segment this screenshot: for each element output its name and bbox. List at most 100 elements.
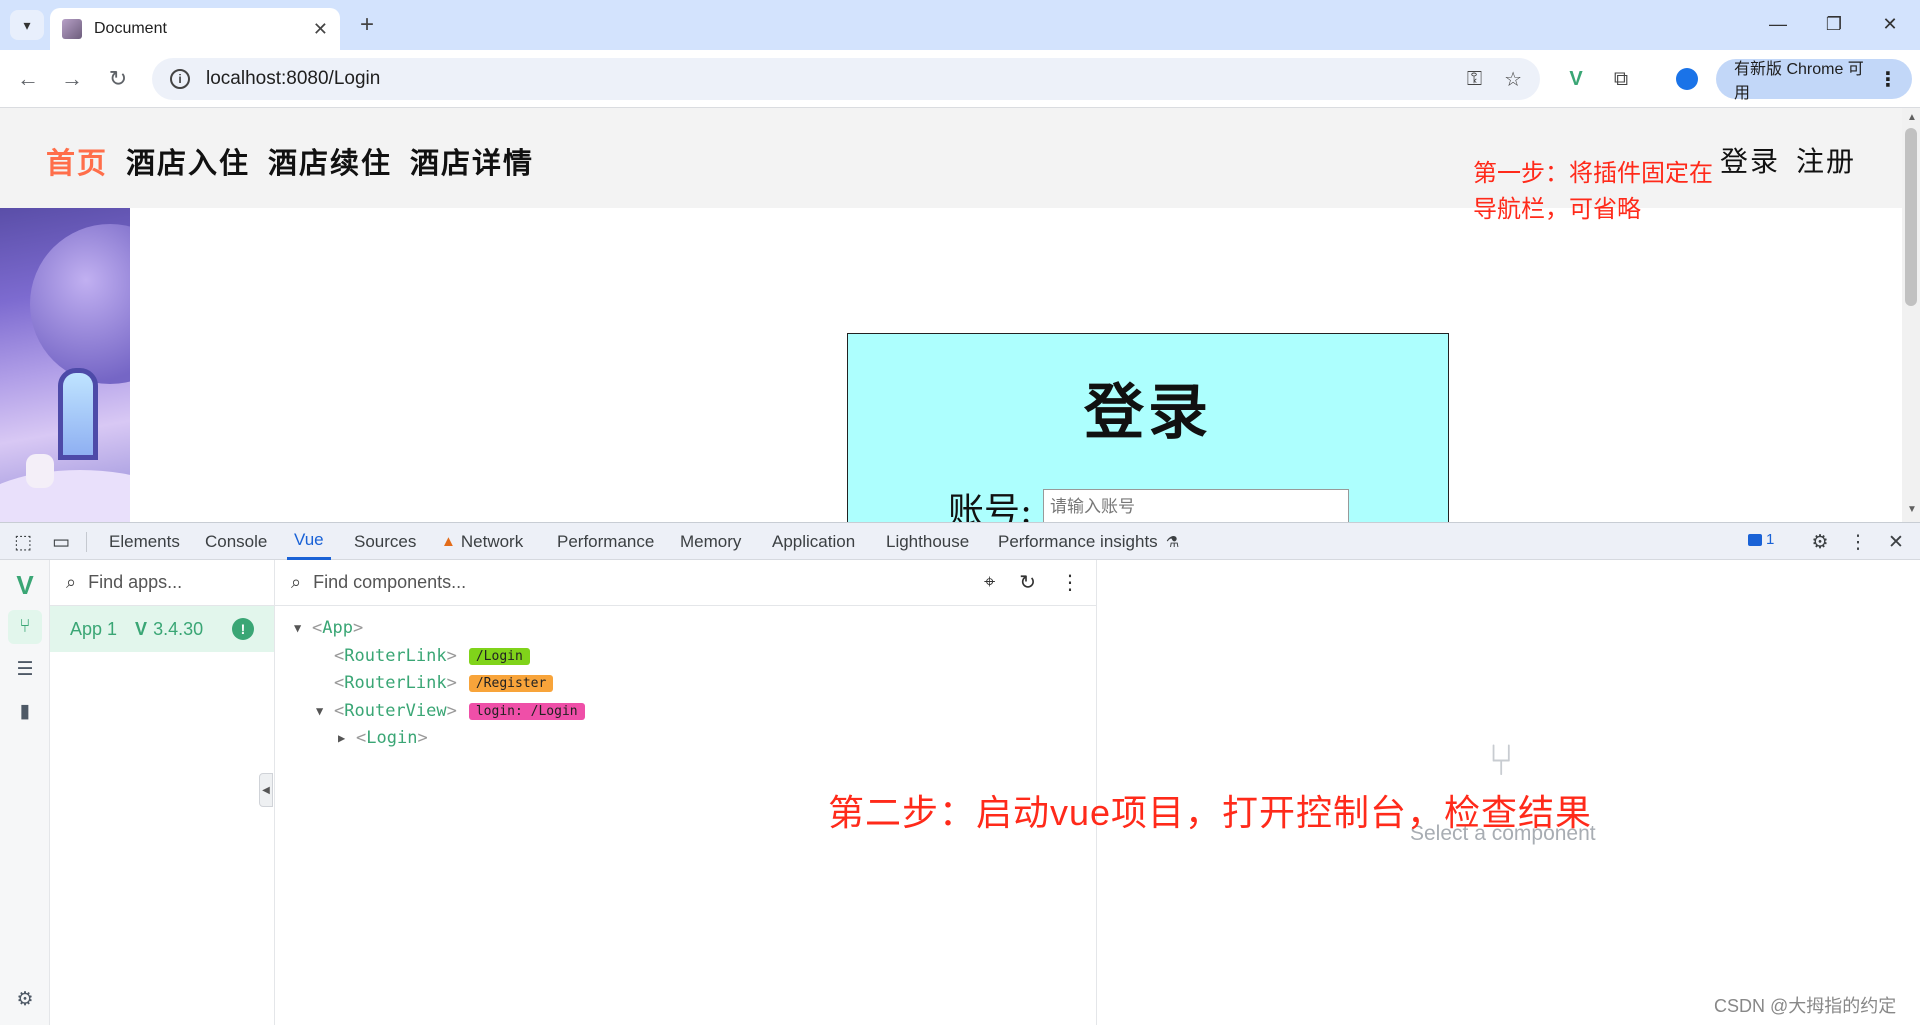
tab-sources[interactable]: Sources bbox=[354, 523, 416, 560]
apps-pane: ⌕ Find apps... App 1 V 3.4.30 ! bbox=[50, 560, 275, 1025]
select-component-target-icon[interactable]: ⌖ bbox=[984, 571, 995, 594]
settings-gear-icon[interactable]: ⚙ bbox=[1807, 529, 1833, 555]
tree-node-routerlink-register[interactable]: < RouterLink > /Register bbox=[334, 673, 554, 693]
astronaut-illustration bbox=[26, 454, 54, 488]
chrome-update-button[interactable]: 有新版 Chrome 可用 ⋮ bbox=[1716, 59, 1912, 102]
tab-strip: ▾ Document ✕ + — ❐ ✕ bbox=[0, 0, 1920, 50]
vue-logo-icon: V bbox=[16, 569, 34, 600]
csdn-watermark: CSDN @大拇指的约定 bbox=[1714, 996, 1897, 1016]
tab-performance-insights[interactable]: Performance insights ⚗ bbox=[998, 523, 1179, 560]
pane-collapse-handle[interactable]: ◀ bbox=[259, 773, 273, 807]
flask-icon: ⚗ bbox=[1165, 533, 1180, 551]
components-search[interactable]: ⌕ Find components... ⌖ ↻ ⋮ bbox=[275, 560, 1096, 606]
devtools-panel: ⬚ ▭ Elements Console Vue Sources ▲ Netwo… bbox=[0, 522, 1920, 1025]
more-menu-icon[interactable]: ⋮ bbox=[1878, 67, 1898, 92]
page-scrollbar[interactable]: ▲ ▼ bbox=[1902, 108, 1920, 522]
bookmark-star-icon[interactable]: ☆ bbox=[1504, 67, 1522, 92]
tab-elements[interactable]: Elements bbox=[109, 523, 180, 560]
app-name: App 1 bbox=[70, 618, 118, 639]
update-chip-label: 有新版 Chrome 可用 bbox=[1734, 61, 1864, 102]
docs-book-icon[interactable]: ▮ bbox=[8, 694, 42, 728]
restore-button[interactable]: ❐ bbox=[1812, 8, 1856, 40]
banner-image bbox=[0, 208, 130, 522]
route-chip: /Login bbox=[468, 647, 530, 665]
tab-lighthouse[interactable]: Lighthouse bbox=[886, 523, 969, 560]
minimize-button[interactable]: — bbox=[1756, 8, 1800, 40]
password-key-icon[interactable]: ⚿ bbox=[1467, 68, 1482, 91]
vue-settings-gear-icon[interactable]: ⚙ bbox=[8, 982, 42, 1016]
vue-devtools-extension-icon[interactable]: V bbox=[1561, 64, 1591, 94]
annotation-step-one: 第一步：将插件固定在导航栏，可省略 bbox=[1473, 160, 1713, 223]
app-list-item[interactable]: App 1 V 3.4.30 ! bbox=[50, 606, 274, 652]
scrollbar-thumb[interactable] bbox=[1905, 128, 1917, 306]
tab-network[interactable]: ▲ Network bbox=[441, 523, 523, 560]
tab-application[interactable]: Application bbox=[772, 523, 855, 560]
login-form: 登录 账号: bbox=[847, 333, 1449, 522]
login-title: 登录 bbox=[1084, 378, 1212, 448]
nav-details-link[interactable]: 酒店详情 bbox=[410, 140, 534, 182]
forward-icon[interactable]: → bbox=[54, 61, 90, 97]
timeline-icon[interactable]: ☰ bbox=[8, 652, 42, 686]
components-search-placeholder[interactable]: Find components... bbox=[313, 572, 960, 593]
expand-arrow-icon[interactable]: ▼ bbox=[316, 704, 334, 718]
tab-network-label: Network bbox=[460, 531, 524, 551]
warning-icon: ▲ bbox=[441, 533, 456, 550]
reload-icon[interactable]: ↻ bbox=[100, 61, 136, 97]
issues-badge[interactable]: 1 bbox=[1748, 531, 1774, 548]
profile-avatar-icon[interactable] bbox=[1672, 64, 1702, 94]
nav-home-link[interactable]: 首页 bbox=[46, 140, 108, 182]
tab-favicon-icon bbox=[62, 19, 82, 39]
address-bar[interactable]: i localhost:8080/Login ⚿ ☆ bbox=[152, 58, 1540, 100]
close-devtools-icon[interactable]: ✕ bbox=[1883, 529, 1909, 555]
route-chip: /Register bbox=[468, 674, 554, 692]
collapse-arrow-icon[interactable]: ▶ bbox=[338, 731, 356, 745]
apps-search-placeholder[interactable]: Find apps... bbox=[88, 572, 182, 593]
nav-checkin-link[interactable]: 酒店入住 bbox=[126, 140, 250, 182]
site-info-icon[interactable]: i bbox=[170, 69, 190, 89]
device-toolbar-icon[interactable]: ▭ bbox=[48, 529, 74, 555]
close-window-button[interactable]: ✕ bbox=[1868, 8, 1912, 40]
site-navbar: 首页 酒店入住 酒店续住 酒店详情 登录 注册 第一步：将插件固定在导航栏，可省… bbox=[0, 108, 1902, 223]
app-alert-icon[interactable]: ! bbox=[232, 618, 254, 640]
url-text[interactable]: localhost:8080/Login bbox=[206, 68, 1445, 90]
annotation-step-two: 第二步：启动vue项目，打开控制台，检查结果 bbox=[828, 792, 1593, 833]
scroll-down-icon[interactable]: ▼ bbox=[1907, 504, 1917, 515]
register-link[interactable]: 注册 bbox=[1796, 140, 1856, 180]
tab-console[interactable]: Console bbox=[205, 523, 267, 560]
new-tab-button[interactable]: + bbox=[352, 10, 382, 40]
tab-memory[interactable]: Memory bbox=[680, 523, 741, 560]
tab-performance[interactable]: Performance bbox=[557, 523, 654, 560]
tree-node-login[interactable]: ▶ < Login > bbox=[338, 728, 428, 748]
account-input[interactable] bbox=[1043, 489, 1349, 522]
tree-node-routerlink-login[interactable]: < RouterLink > /Login bbox=[334, 646, 530, 666]
components-tree-icon[interactable]: ⑂ bbox=[8, 610, 42, 644]
nav-extend-link[interactable]: 酒店续住 bbox=[268, 140, 392, 182]
scroll-up-icon[interactable]: ▲ bbox=[1907, 112, 1917, 123]
browser-tab-document[interactable]: Document ✕ bbox=[50, 8, 340, 50]
apps-search[interactable]: ⌕ Find apps... bbox=[50, 560, 274, 606]
vue-devtools-sidebar: V ⑂ ☰ ▮ ⚙ bbox=[0, 560, 50, 1025]
refresh-icon[interactable]: ↻ bbox=[1019, 570, 1036, 595]
vue-version: 3.4.30 bbox=[153, 618, 204, 639]
back-icon[interactable]: ← bbox=[10, 61, 46, 97]
tree-node-routerview[interactable]: ▼ < RouterView > login: /Login bbox=[316, 701, 585, 721]
tab-close-icon[interactable]: ✕ bbox=[313, 19, 328, 40]
page-viewport: 首页 酒店入住 酒店续住 酒店详情 登录 注册 第一步：将插件固定在导航栏，可省… bbox=[0, 108, 1920, 522]
search-icon: ⌕ bbox=[66, 572, 77, 592]
tree-node-app[interactable]: ▼ < App > bbox=[294, 618, 363, 638]
issues-count: 1 bbox=[1766, 531, 1775, 548]
inspect-element-icon[interactable]: ⬚ bbox=[10, 529, 36, 555]
expand-arrow-icon[interactable]: ▼ bbox=[294, 621, 312, 635]
extensions-puzzle-icon[interactable]: ⧉ bbox=[1606, 64, 1636, 94]
auth-links: 登录 注册 bbox=[1720, 140, 1856, 180]
site-nav-links: 首页 酒店入住 酒店续住 酒店详情 bbox=[46, 140, 534, 182]
tab-vue[interactable]: Vue bbox=[287, 523, 331, 560]
tree-more-icon[interactable]: ⋮ bbox=[1060, 570, 1080, 595]
more-options-icon[interactable]: ⋮ bbox=[1845, 529, 1871, 555]
component-tree-icon: ⑂ bbox=[1488, 736, 1515, 785]
chevron-down-icon: ▾ bbox=[23, 16, 31, 33]
account-label: 账号: bbox=[948, 491, 1033, 522]
tab-search-button[interactable]: ▾ bbox=[10, 10, 44, 40]
devtools-tab-bar: ⬚ ▭ Elements Console Vue Sources ▲ Netwo… bbox=[0, 523, 1920, 560]
tab-title: Document bbox=[94, 20, 167, 37]
